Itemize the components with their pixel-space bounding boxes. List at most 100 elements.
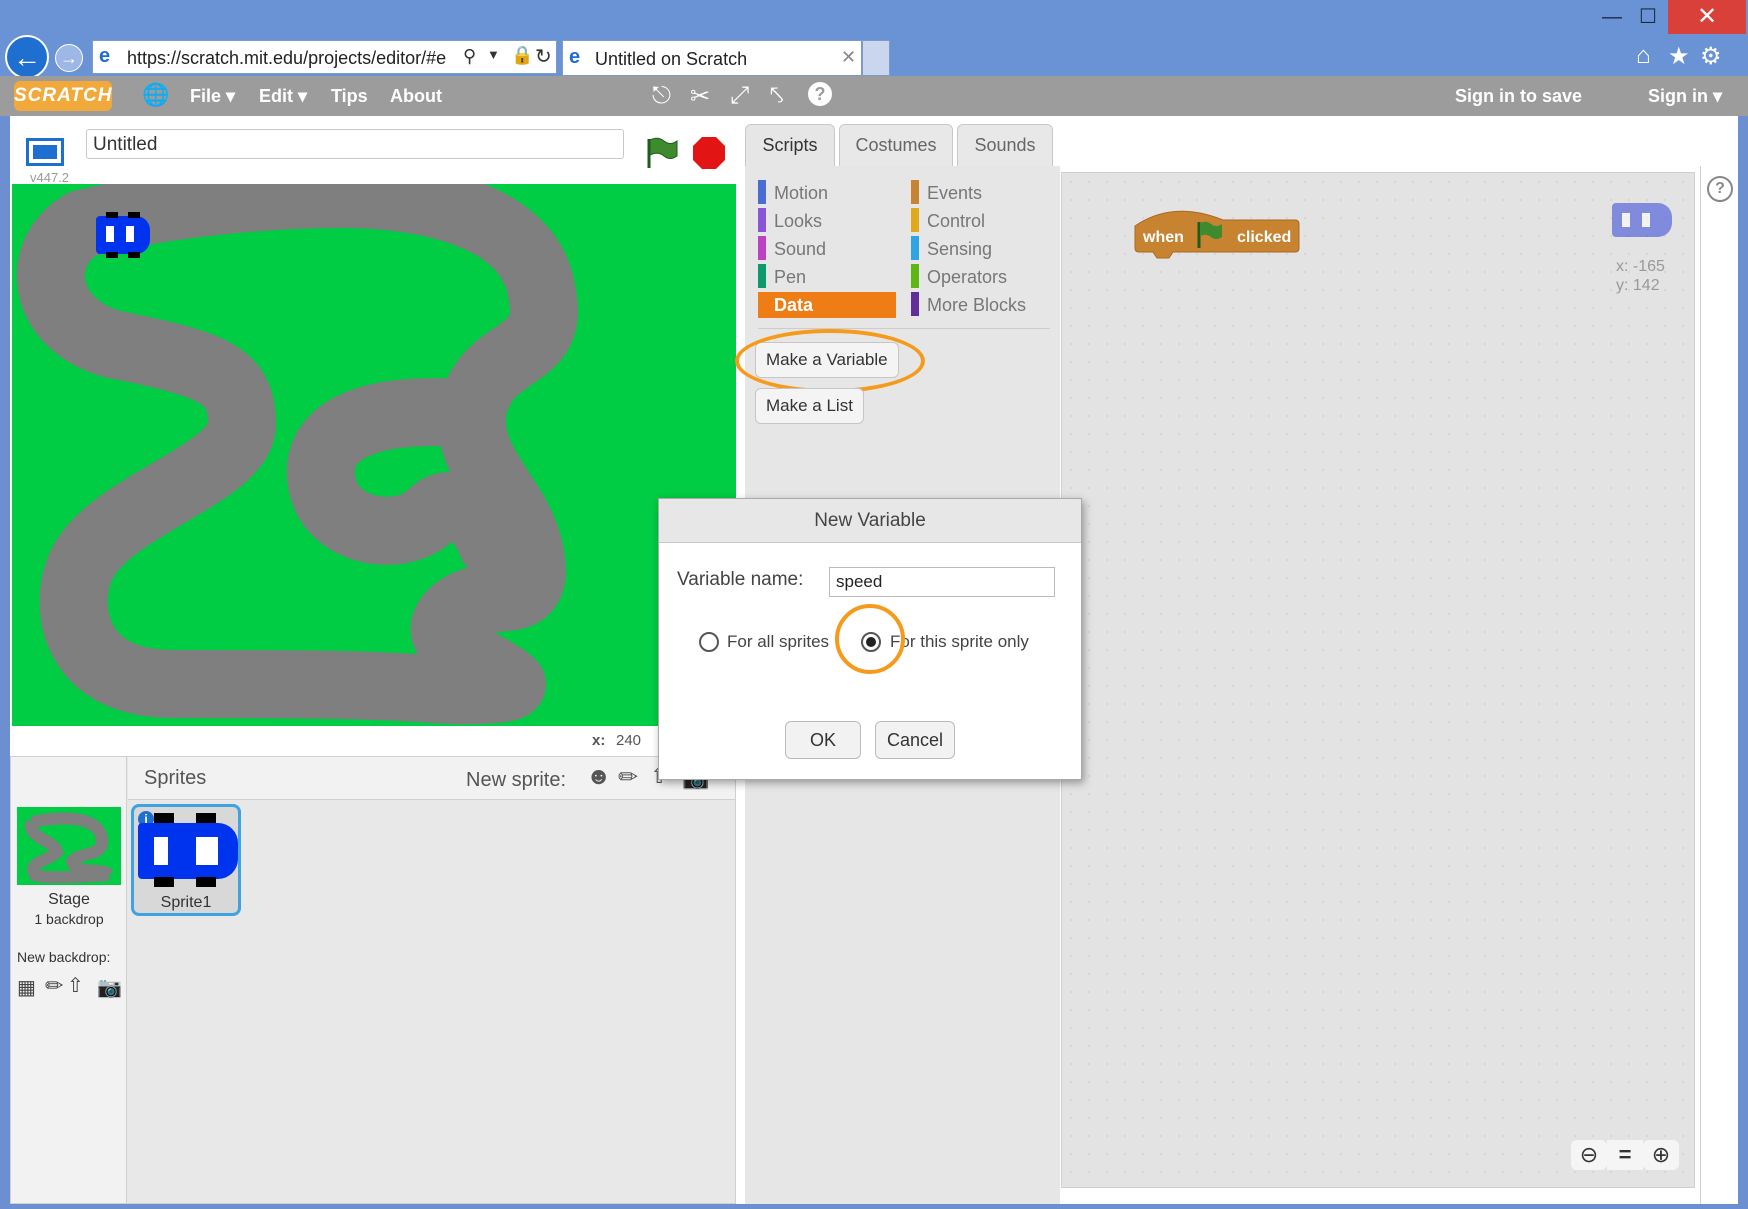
race-track <box>16 184 578 725</box>
tab-scripts[interactable]: Scripts <box>745 124 835 166</box>
address-bar[interactable]: e https://scratch.mit.edu/projects/edito… <box>92 40 557 74</box>
hat-flag-icon <box>1197 221 1222 248</box>
help-column: ? <box>1700 166 1738 1204</box>
make-variable-highlight <box>735 329 925 393</box>
duplicate-stamp-icon[interactable]: ⎋ <box>652 82 671 110</box>
stage-label: Stage <box>48 891 90 908</box>
paint-sprite-icon[interactable]: ✏ <box>618 763 638 792</box>
stage-thumbnail-column: Stage 1 backdrop New backdrop: ▦ ✏ ⇧ 📷 <box>11 757 127 1203</box>
favorites-star-icon[interactable]: ★ <box>1668 42 1690 71</box>
window-close-button[interactable]: ✕ <box>1668 0 1746 34</box>
category-looks[interactable]: Looks <box>774 211 822 232</box>
tab-title: Untitled on Scratch <box>595 49 748 69</box>
option-all-sprites-label[interactable]: For all sprites <box>727 632 829 652</box>
sign-in-to-save-link[interactable]: Sign in to save <box>1455 86 1582 107</box>
stage-canvas[interactable] <box>12 184 736 726</box>
stage-coordinates: x: 240 1 <box>10 726 736 754</box>
sprite1-label: Sprite1 <box>160 894 212 911</box>
ie-tab-icon: e <box>569 46 581 68</box>
script-area[interactable] <box>1061 172 1695 1188</box>
sprite-preview-icon <box>1612 197 1672 243</box>
category-operators[interactable]: Operators <box>927 267 1007 288</box>
version-label: v447.2 <box>30 170 70 185</box>
back-button[interactable]: ← <box>5 35 49 79</box>
sign-in-menu[interactable]: Sign in ▾ <box>1648 86 1722 107</box>
car-sprite-on-stage[interactable] <box>96 212 156 258</box>
category-sensing[interactable]: Sensing <box>927 239 992 260</box>
stop-sign-icon[interactable] <box>692 136 726 170</box>
cancel-button[interactable]: Cancel <box>875 721 955 759</box>
forward-button[interactable]: → <box>55 44 83 72</box>
back-arrow-icon: ← <box>13 42 41 73</box>
stage-thumbnail[interactable] <box>17 807 121 885</box>
address-text: https://scratch.mit.edu/projects/editor/… <box>127 48 447 68</box>
menu-about[interactable]: About <box>390 86 442 107</box>
sprite-y-readout: y: 142 <box>1616 277 1660 294</box>
maximize-button[interactable]: ☐ <box>1626 0 1670 34</box>
category-sound[interactable]: Sound <box>774 239 826 260</box>
lock-icon: 🔒 <box>511 45 534 65</box>
car-thumbnail-image <box>138 813 238 887</box>
dialog-title: New Variable <box>659 499 1081 543</box>
home-icon[interactable]: ⌂ <box>1636 42 1651 70</box>
backdrop-count: 1 backdrop <box>34 911 104 927</box>
upload-backdrop-icon[interactable]: ⇧ <box>67 973 84 998</box>
sprite-x-readout: x: -165 <box>1616 258 1665 275</box>
search-icon[interactable]: ⚲ <box>463 46 476 67</box>
sprites-header: Sprites New sprite: ☻ ✏ ⇧ 📷 <box>128 757 735 800</box>
category-data-label: Data <box>774 295 814 315</box>
scratch-menubar: SCRATCH 🌐 File ▾ Edit ▾ Tips About ⎋ ✂ ⤢… <box>0 76 1748 116</box>
ie-logo-icon: e <box>99 45 111 67</box>
help-icon[interactable]: ? <box>808 82 832 106</box>
zoom-reset-icon[interactable]: = <box>1607 1140 1643 1170</box>
sprite1-thumbnail[interactable]: i Sprite1 <box>131 804 241 916</box>
menu-file[interactable]: File ▾ <box>190 86 235 107</box>
shrink-icon[interactable]: ⤣ <box>770 82 784 110</box>
help-tips-icon[interactable]: ? <box>1707 176 1733 202</box>
category-pen[interactable]: Pen <box>774 267 806 288</box>
option-this-sprite-label[interactable]: For this sprite only <box>890 632 1029 652</box>
ok-button[interactable]: OK <box>785 721 861 759</box>
settings-gear-icon[interactable]: ⚙ <box>1700 42 1722 71</box>
variable-name-input[interactable]: speed <box>829 567 1055 597</box>
category-data-selected[interactable]: Data <box>758 292 896 318</box>
sprites-title: Sprites <box>144 767 207 789</box>
scratch-logo[interactable]: SCRATCH <box>14 81 112 111</box>
browser-tab[interactable]: e Untitled on Scratch ✕ <box>562 40 862 76</box>
refresh-icon[interactable]: ↻ <box>535 44 552 69</box>
sprite-library-icon[interactable]: ☻ <box>586 763 611 791</box>
make-list-button[interactable]: Make a List <box>755 388 864 424</box>
paint-backdrop-icon[interactable]: ✏ <box>45 973 63 999</box>
x-coord-value: 240 <box>616 732 642 749</box>
dropdown-arrow-icon[interactable]: ▼ <box>487 47 500 62</box>
tab-sounds[interactable]: Sounds <box>957 124 1053 166</box>
new-variable-dialog: New Variable Variable name: speed For al… <box>658 498 1082 780</box>
menu-tips[interactable]: Tips <box>331 86 368 107</box>
category-events[interactable]: Events <box>927 183 982 204</box>
category-motion[interactable]: Motion <box>774 183 828 204</box>
zoom-out-icon[interactable]: ⊖ <box>1571 1140 1607 1170</box>
tab-costumes[interactable]: Costumes <box>839 124 953 166</box>
globe-icon[interactable]: 🌐 <box>142 82 169 108</box>
grow-icon[interactable]: ⤢ <box>730 82 749 110</box>
tab-close-icon[interactable]: ✕ <box>841 47 856 68</box>
backdrop-library-icon[interactable]: ▦ <box>17 975 36 1000</box>
project-title-input[interactable]: Untitled <box>86 129 624 159</box>
radio-for-all-sprites[interactable] <box>699 632 719 652</box>
delete-scissors-icon[interactable]: ✂ <box>690 82 710 111</box>
fullscreen-icon[interactable] <box>26 138 64 166</box>
forward-arrow-icon: → <box>60 48 78 68</box>
variable-name-label: Variable name: <box>677 569 804 590</box>
when-flag-clicked-block[interactable]: when clicked <box>1133 204 1301 262</box>
menu-edit[interactable]: Edit ▾ <box>259 86 307 107</box>
new-sprite-label: New sprite: <box>466 769 567 791</box>
hat-when-text: when <box>1143 229 1184 246</box>
green-flag-icon[interactable] <box>644 136 680 170</box>
new-tab-button[interactable] <box>862 40 890 76</box>
hat-clicked-text: clicked <box>1237 229 1292 246</box>
category-more-blocks[interactable]: More Blocks <box>927 295 1026 316</box>
zoom-in-icon[interactable]: ⊕ <box>1643 1140 1679 1170</box>
new-backdrop-label: New backdrop: <box>17 949 111 965</box>
category-control[interactable]: Control <box>927 211 985 232</box>
camera-backdrop-icon[interactable]: 📷 <box>97 975 122 1000</box>
